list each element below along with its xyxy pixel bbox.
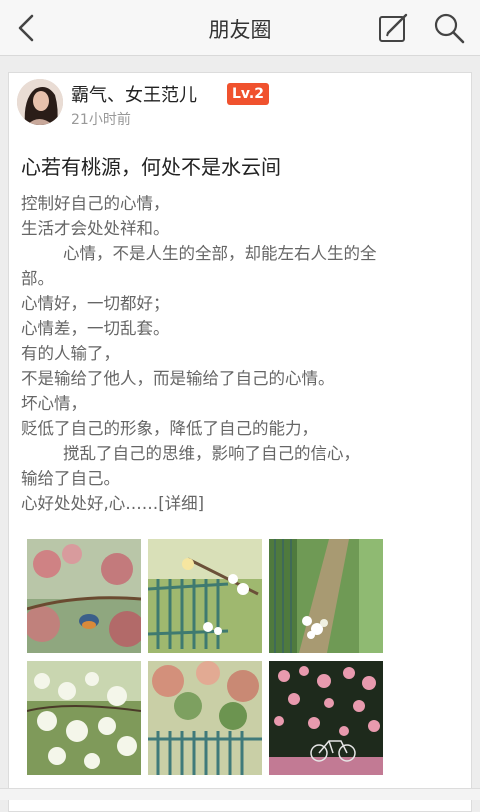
username[interactable]: 霸气、女王范儿 [71, 81, 197, 107]
post-card: 霸气、女王范儿 Lv.2 21小时前 心若有桃源，何处不是水云间 控制好自己的心… [8, 72, 472, 812]
photo-thumbnail-4[interactable] [27, 661, 141, 775]
photo-thumbnail-2[interactable] [148, 539, 262, 653]
body-last-line: 心好处处好,心……[详细] [21, 491, 459, 516]
body-line: 控制好自己的心情， [21, 194, 170, 213]
avatar-image [17, 79, 63, 125]
body-line: 部。 [21, 269, 54, 288]
body-line: 心情，不是人生的全部，却能左右人生的全 [21, 244, 377, 263]
body-line: 输给了自己。 [21, 469, 120, 488]
photo-grid [27, 539, 383, 779]
photo-thumbnail-1[interactable] [27, 539, 141, 653]
level-badge: Lv.2 [227, 83, 269, 105]
body-line: 生活才会处处祥和。 [21, 219, 170, 238]
post-timestamp: 21小时前 [71, 112, 131, 128]
avatar[interactable] [17, 79, 63, 125]
body-line: 心情好，一切都好； [21, 294, 170, 313]
body-line: 有的人输了， [21, 344, 120, 363]
body-line: 搅乱了自己的思维，影响了自己的信心， [21, 444, 360, 463]
photo-thumbnail-6[interactable] [269, 661, 383, 775]
next-card-edge [0, 788, 480, 800]
more-link[interactable]: [详细] [158, 494, 204, 513]
body-line: 坏心情， [21, 394, 87, 413]
top-nav-bar: 朋友圈 [0, 0, 480, 56]
body-line: 不是输给了他人，而是输给了自己的心情。 [21, 369, 335, 388]
post-body: 控制好自己的心情， 生活才会处处祥和。 心情，不是人生的全部，却能左右人生的全 … [21, 191, 459, 516]
post-title: 心若有桃源，何处不是水云间 [21, 155, 281, 179]
body-line: 贬低了自己的形象，降低了自己的能力， [21, 419, 318, 438]
search-icon[interactable] [430, 9, 468, 47]
photo-thumbnail-5[interactable] [148, 661, 262, 775]
photo-thumbnail-3[interactable] [269, 539, 383, 653]
body-truncated-text: 心好处处好,心…… [21, 494, 159, 513]
body-line: 心情差，一切乱套。 [21, 319, 170, 338]
compose-icon[interactable] [374, 9, 412, 47]
